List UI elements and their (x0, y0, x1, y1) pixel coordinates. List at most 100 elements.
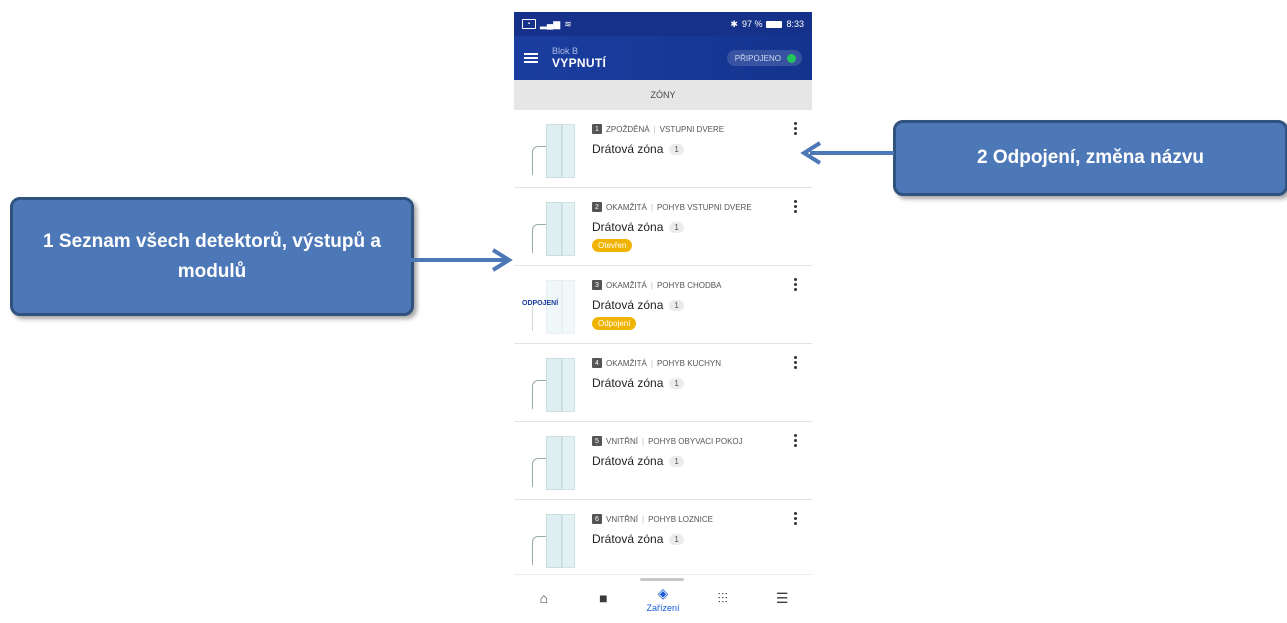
list-icon: ☰ (775, 590, 789, 606)
more-options-icon[interactable] (794, 434, 798, 447)
zone-name: POHYB KUCHYN (656, 358, 721, 368)
page-title: VYPNUTÍ (552, 56, 607, 70)
more-options-icon[interactable] (794, 278, 798, 291)
zones-section-header: ZÓNY (514, 80, 812, 110)
zone-number: 2 (592, 202, 602, 212)
zone-meta: 2 OKAMŽITÁ | POHYB VSTUPNI DVERE (592, 202, 752, 212)
zone-kind: Drátová zóna (592, 142, 664, 156)
zone-type: OKAMŽITÁ (606, 358, 647, 368)
section-name: Blok B (552, 46, 579, 56)
zone-count: 1 (669, 143, 684, 155)
zone-row[interactable]: 6 VNITŘNÍ | POHYB LOZNICE Drátová zóna 1 (514, 500, 812, 578)
zone-list: 1 ZPOŽDĚNÁ | VSTUPNI DVERE Drátová zóna 1 2 OKA… (514, 110, 812, 578)
zone-state-badge: Odpojení (592, 317, 637, 330)
wifi-icon: ≋ (564, 18, 572, 29)
home-icon: ⌂ (539, 590, 549, 606)
zone-label: Drátová zóna 1 (592, 532, 684, 546)
battery-percent: 97 % (741, 19, 763, 29)
zone-meta: 4 OKAMŽITÁ | POHYB KUCHYN (592, 358, 721, 368)
zone-meta: 3 OKAMŽITÁ | POHYB CHODBA (592, 280, 721, 290)
zone-type: OKAMŽITÁ (606, 280, 647, 290)
separator: | (653, 124, 656, 134)
clock: 8:33 (786, 19, 804, 29)
wired-sensor-icon (528, 436, 575, 490)
battery-icon (766, 20, 783, 28)
zone-row[interactable]: 2 OKAMŽITÁ | POHYB VSTUPNI DVERE Drátová zón… (514, 188, 812, 266)
phone-screen: ▪ ▂▄▆ ≋ ✱ 97 % 8:33 Blok B VYPNUTÍ PŘIPO… (514, 12, 812, 623)
zone-count: 1 (669, 299, 684, 311)
camera-icon: ■ (599, 590, 608, 606)
zone-count: 1 (669, 377, 684, 389)
separator: | (642, 436, 645, 446)
zone-row[interactable]: 1 ZPOŽDĚNÁ | VSTUPNI DVERE Drátová zóna 1 (514, 110, 812, 188)
zone-count: 1 (669, 533, 684, 545)
separator: | (650, 358, 653, 368)
zone-label: Drátová zóna 1 (592, 220, 684, 234)
zone-type: VNITŘNÍ (606, 514, 638, 524)
bluetooth-icon: ✱ (730, 18, 738, 29)
more-options-icon[interactable] (794, 356, 798, 369)
drag-handle[interactable] (640, 578, 684, 581)
arrow-left-icon (800, 141, 894, 165)
sim-icon: ▪ (522, 19, 536, 29)
arrow-right-icon (407, 248, 513, 272)
disconnected-overlay: ODPOJENÍ (522, 300, 559, 307)
callout-detector-list: 1 Seznam všech detektorů, výstupů a modu… (10, 197, 414, 316)
devices-icon: ◈ (657, 585, 669, 601)
zone-label: Drátová zóna 1 (592, 298, 684, 312)
separator: | (642, 514, 645, 524)
wired-sensor-icon (528, 358, 575, 412)
app-bar: Blok B VYPNUTÍ PŘIPOJENO (514, 36, 812, 80)
connected-dot-icon (787, 53, 796, 63)
wired-sensor-icon (528, 514, 575, 568)
sliders-icon: ⫶⫶⫶ (717, 590, 728, 606)
zone-type: ZPOŽDĚNÁ (606, 124, 650, 134)
nav-home[interactable]: ⌂ (524, 590, 564, 608)
nav-devices[interactable]: ◈ Zařízení (643, 585, 683, 613)
zone-name: POHYB CHODBA (656, 280, 722, 290)
zone-type: OKAMŽITÁ (606, 202, 647, 212)
zone-number: 4 (592, 358, 602, 368)
zone-number: 6 (592, 514, 602, 524)
zone-row[interactable]: 5 VNITŘNÍ | POHYB OBYVACI POKOJ Drátová zóna… (514, 422, 812, 500)
zone-row[interactable]: 4 OKAMŽITÁ | POHYB KUCHYN Drátová zóna 1 (514, 344, 812, 422)
more-options-icon[interactable] (794, 512, 798, 525)
zone-count: 1 (669, 455, 684, 467)
signal-icon: ▂▄▆ (540, 18, 561, 29)
separator: | (650, 280, 653, 290)
zone-kind: Drátová zóna (592, 298, 664, 312)
zone-label: Drátová zóna 1 (592, 142, 684, 156)
zone-kind: Drátová zóna (592, 220, 664, 234)
zone-number: 1 (592, 124, 602, 134)
zone-name: POHYB LOZNICE (648, 514, 713, 524)
zone-kind: Drátová zóna (592, 376, 664, 390)
nav-devices-label: Zařízení (646, 603, 680, 613)
zone-row[interactable]: ODPOJENÍ 3 OKAMŽITÁ | POHYB CHODBA Drátová zó… (514, 266, 812, 344)
zone-meta: 1 ZPOŽDĚNÁ | VSTUPNI DVERE (592, 124, 724, 134)
more-options-icon[interactable] (794, 200, 798, 213)
zone-number: 5 (592, 436, 602, 446)
nav-controls[interactable]: ⫶⫶⫶ (703, 590, 743, 608)
nav-cameras[interactable]: ■ (583, 590, 623, 608)
hamburger-menu-icon[interactable] (524, 53, 538, 63)
more-options-icon[interactable] (794, 122, 798, 135)
zone-name: VSTUPNI DVERE (659, 124, 725, 134)
separator: | (650, 202, 653, 212)
zone-number: 3 (592, 280, 602, 290)
zone-type: VNITŘNÍ (606, 436, 638, 446)
status-bar: ▪ ▂▄▆ ≋ ✱ 97 % 8:33 (514, 12, 812, 36)
nav-log[interactable]: ☰ (762, 590, 802, 608)
zone-kind: Drátová zóna (592, 532, 664, 546)
zone-kind: Drátová zóna (592, 454, 664, 468)
zone-meta: 5 VNITŘNÍ | POHYB OBYVACI POKOJ (592, 436, 743, 446)
wired-sensor-icon (528, 202, 575, 256)
connection-status-label: PŘIPOJENO (734, 53, 781, 63)
wired-sensor-icon (528, 124, 575, 178)
zone-name: POHYB OBYVACI POKOJ (648, 436, 743, 446)
zone-meta: 6 VNITŘNÍ | POHYB LOZNICE (592, 514, 713, 524)
callout-disconnect-rename: 2 Odpojení, změna názvu (893, 120, 1287, 196)
bottom-navigation: ⌂ ■ ◈ Zařízení ⫶⫶⫶ ☰ (514, 574, 812, 623)
connection-status-badge: PŘIPOJENO (726, 50, 802, 66)
zone-label: Drátová zóna 1 (592, 454, 684, 468)
zone-name: POHYB VSTUPNI DVERE (656, 202, 752, 212)
